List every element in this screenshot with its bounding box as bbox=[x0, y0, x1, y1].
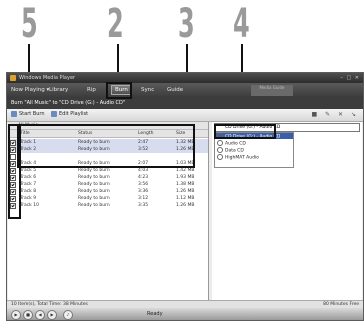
track-size: 1.42 MB bbox=[176, 168, 195, 173]
start-burn-label: Start Burn bbox=[19, 111, 45, 117]
track-title: Track 6 bbox=[20, 175, 37, 180]
track-status: Ready to burn bbox=[78, 203, 110, 208]
callout-2: 2 bbox=[107, 1, 124, 47]
drive-option-data-cd[interactable]: Data CD bbox=[215, 147, 293, 154]
track-size: 1.26 MB bbox=[176, 203, 195, 208]
track-length: 3:35 bbox=[138, 203, 149, 208]
prev-button[interactable]: ◀ bbox=[35, 310, 45, 320]
track-row[interactable]: Track 6 Ready to burn 4:23 1.93 MB bbox=[8, 174, 208, 181]
toolbar-right-icons[interactable]: ■ ✎ ✕ ↘ bbox=[312, 111, 359, 118]
burn-title: Burn "All Music" to "CD Drive (G:) - Aud… bbox=[11, 100, 126, 106]
app-icon bbox=[10, 75, 16, 81]
window-controls[interactable]: – □ ✕ bbox=[340, 73, 360, 83]
drive-option-audio-cd[interactable]: Audio CD bbox=[215, 140, 293, 147]
stop-button[interactable]: ■ bbox=[23, 310, 33, 320]
callout-box-drive bbox=[214, 124, 276, 139]
track-title: Track 8 bbox=[20, 189, 37, 194]
player-state: Ready bbox=[147, 311, 163, 317]
drive-option-highmat[interactable]: HighMAT Audio bbox=[215, 154, 293, 161]
edit-playlist-label: Edit Playlist bbox=[59, 111, 89, 117]
media-player-window: Windows Media Player – □ ✕ Now Playing ▾… bbox=[6, 72, 364, 321]
media-guide-tab[interactable]: Media Guide bbox=[251, 85, 293, 96]
tab-library[interactable]: Library bbox=[49, 87, 68, 93]
title-bar: Windows Media Player – □ ✕ bbox=[7, 73, 363, 83]
edit-playlist-button[interactable]: Edit Playlist bbox=[51, 111, 88, 117]
burn-toolbar: Start Burn Edit Playlist ■ ✎ ✕ ↘ bbox=[7, 109, 363, 122]
track-size: 1.26 MB bbox=[176, 189, 195, 194]
drive-pane: CD Drive (G:) - Audio CD CD Drive (G:) -… bbox=[212, 122, 362, 300]
tab-guide[interactable]: Guide bbox=[167, 87, 183, 93]
data-cd-icon bbox=[217, 147, 223, 153]
burn-header: Burn "All Music" to "CD Drive (G:) - Aud… bbox=[7, 98, 363, 109]
track-size: 1.93 MB bbox=[176, 175, 195, 180]
burn-icon bbox=[11, 111, 17, 117]
play-button[interactable]: ▶ bbox=[11, 310, 21, 320]
track-status: Ready to burn bbox=[78, 168, 110, 173]
track-status: Ready to burn bbox=[78, 189, 110, 194]
callout-5: 5 bbox=[21, 1, 38, 47]
track-size: 1.38 MB bbox=[176, 182, 195, 187]
start-burn-button[interactable]: Start Burn bbox=[11, 111, 45, 117]
track-size: 1.12 MB bbox=[176, 196, 195, 201]
mute-button[interactable]: ♪ bbox=[63, 310, 73, 320]
track-length: 3:56 bbox=[138, 182, 149, 187]
window-title: Windows Media Player bbox=[19, 75, 76, 81]
tab-now-playing[interactable]: Now Playing ▾ bbox=[11, 87, 49, 93]
track-row[interactable]: Track 9 Ready to burn 3:12 1.12 MB bbox=[8, 195, 208, 202]
track-title: Track 10 bbox=[20, 203, 39, 208]
track-title: Track 9 bbox=[20, 196, 37, 201]
track-row[interactable]: Track 7 Ready to burn 3:56 1.38 MB bbox=[8, 181, 208, 188]
track-length: 4:03 bbox=[138, 168, 149, 173]
track-length: 3:12 bbox=[138, 196, 149, 201]
track-status: Ready to burn bbox=[78, 196, 110, 201]
track-length: 3:36 bbox=[138, 189, 149, 194]
callout-3: 3 bbox=[178, 1, 195, 47]
track-title: Track 5 bbox=[20, 168, 37, 173]
tab-sync[interactable]: Sync bbox=[141, 87, 154, 93]
track-row[interactable]: Track 5 Ready to burn 4:03 1.42 MB bbox=[8, 167, 208, 174]
track-row[interactable]: Track 8 Ready to burn 3:36 1.26 MB bbox=[8, 188, 208, 195]
callout-box-burn bbox=[106, 82, 132, 99]
track-title: Track 7 bbox=[20, 182, 37, 187]
next-button[interactable]: ▶ bbox=[47, 310, 57, 320]
callout-box-list bbox=[17, 124, 195, 168]
track-status: Ready to burn bbox=[78, 182, 110, 187]
callout-4: 4 bbox=[233, 1, 250, 47]
tab-rip[interactable]: Rip bbox=[87, 87, 96, 93]
player-controls: ▶ ■ ◀ ▶ ♪ Ready bbox=[7, 308, 363, 320]
nav-bar: Now Playing ▾ Library Rip Burn Sync Guid… bbox=[7, 83, 363, 98]
edit-icon bbox=[51, 111, 57, 117]
track-row[interactable]: Track 10 Ready to burn 3:35 1.26 MB bbox=[8, 202, 208, 209]
audio-cd-icon bbox=[217, 140, 223, 146]
highmat-icon bbox=[217, 154, 223, 160]
track-status: Ready to burn bbox=[78, 175, 110, 180]
track-length: 4:23 bbox=[138, 175, 149, 180]
